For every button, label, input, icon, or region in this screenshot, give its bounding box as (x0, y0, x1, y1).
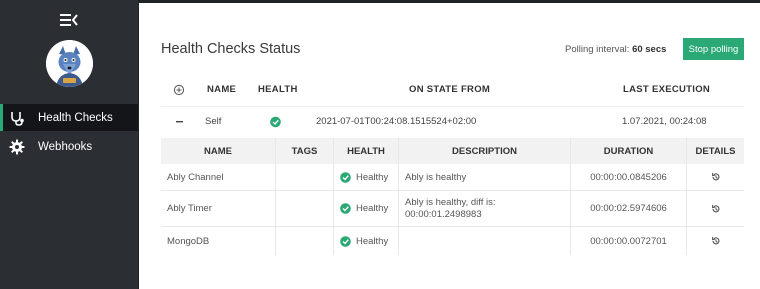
details-header: NAME TAGS HEALTH DESCRIPTION DURATION DE… (161, 138, 744, 164)
check-description (399, 227, 571, 255)
check-duration: 00:00:02.5974606 (571, 191, 687, 226)
main-content: Health Checks Status Polling interval: 6… (139, 3, 760, 289)
table-header: NAME HEALTH ON STATE FROM LAST EXECUTION (161, 78, 744, 102)
check-name: Ably Timer (161, 191, 276, 226)
check-name: Ably Channel (161, 164, 276, 190)
sidebar-item-label: Health Checks (38, 111, 113, 124)
polling-interval-value: 60 secs (632, 44, 667, 55)
check-circle-icon (340, 203, 351, 214)
history-icon[interactable] (687, 227, 744, 255)
details-col-name: NAME (161, 138, 276, 164)
sidebar-item-health-checks[interactable]: Health Checks (0, 104, 138, 131)
table-row[interactable]: Ably Channel Healthy Ably is healthy 00:… (161, 164, 744, 191)
column-header-health: HEALTH (258, 84, 298, 95)
check-tags (276, 191, 334, 226)
page-title: Health Checks Status (161, 41, 301, 57)
check-circle-icon (340, 235, 351, 247)
check-duration: 00:00:00.0845206 (571, 164, 687, 190)
check-tags (276, 164, 334, 190)
check-name: MongoDB (161, 227, 276, 255)
check-tags (276, 227, 334, 255)
stethoscope-icon (9, 110, 25, 126)
details-col-tags: TAGS (276, 138, 334, 164)
service-name: Self (205, 116, 222, 127)
check-description: Ably is healthy, diff is: 00:00:01.24989… (399, 191, 571, 226)
avatar (46, 40, 93, 87)
check-description: Ably is healthy (399, 164, 571, 190)
history-icon[interactable] (687, 191, 744, 226)
gear-icon (9, 139, 25, 155)
details-col-health: HEALTH (334, 138, 399, 164)
polling-interval: Polling interval: 60 secs (565, 44, 667, 55)
on-state-from: 2021-07-01T00:24:08.1515524+02:00 (316, 116, 477, 127)
history-icon[interactable] (687, 164, 744, 190)
wolf-mascot-icon (46, 40, 93, 87)
stop-polling-button[interactable]: Stop polling (683, 38, 744, 60)
check-health: Healthy (334, 164, 399, 190)
table-row[interactable]: MongoDB Healthy 00:00:00.0072701 (161, 227, 744, 255)
collapse-menu-icon[interactable] (59, 12, 79, 28)
details-table: NAME TAGS HEALTH DESCRIPTION DURATION DE… (161, 138, 744, 258)
last-execution: 1.07.2021, 00:24:08 (622, 116, 707, 127)
sidebar: Health Checks Webhooks (0, 0, 138, 289)
check-circle-icon (340, 171, 351, 183)
check-duration: 00:00:00.0072701 (571, 227, 687, 255)
details-col-duration: DURATION (571, 138, 687, 164)
sidebar-item-webhooks[interactable]: Webhooks (0, 133, 138, 160)
details-col-description: DESCRIPTION (399, 138, 571, 164)
table-row[interactable]: Self 2021-07-01T00:24:08.1515524+02:00 1… (161, 106, 744, 136)
sidebar-item-label: Webhooks (38, 140, 93, 153)
column-header-on-state-from: ON STATE FROM (409, 84, 491, 95)
details-col-details: DETAILS (695, 145, 736, 157)
table-row[interactable]: Ably Timer Healthy Ably is healthy, diff… (161, 191, 744, 227)
check-health: Healthy (334, 191, 399, 226)
check-health: Healthy (334, 227, 399, 255)
column-header-name: NAME (207, 84, 237, 95)
column-header-last-execution: LAST EXECUTION (623, 84, 711, 95)
